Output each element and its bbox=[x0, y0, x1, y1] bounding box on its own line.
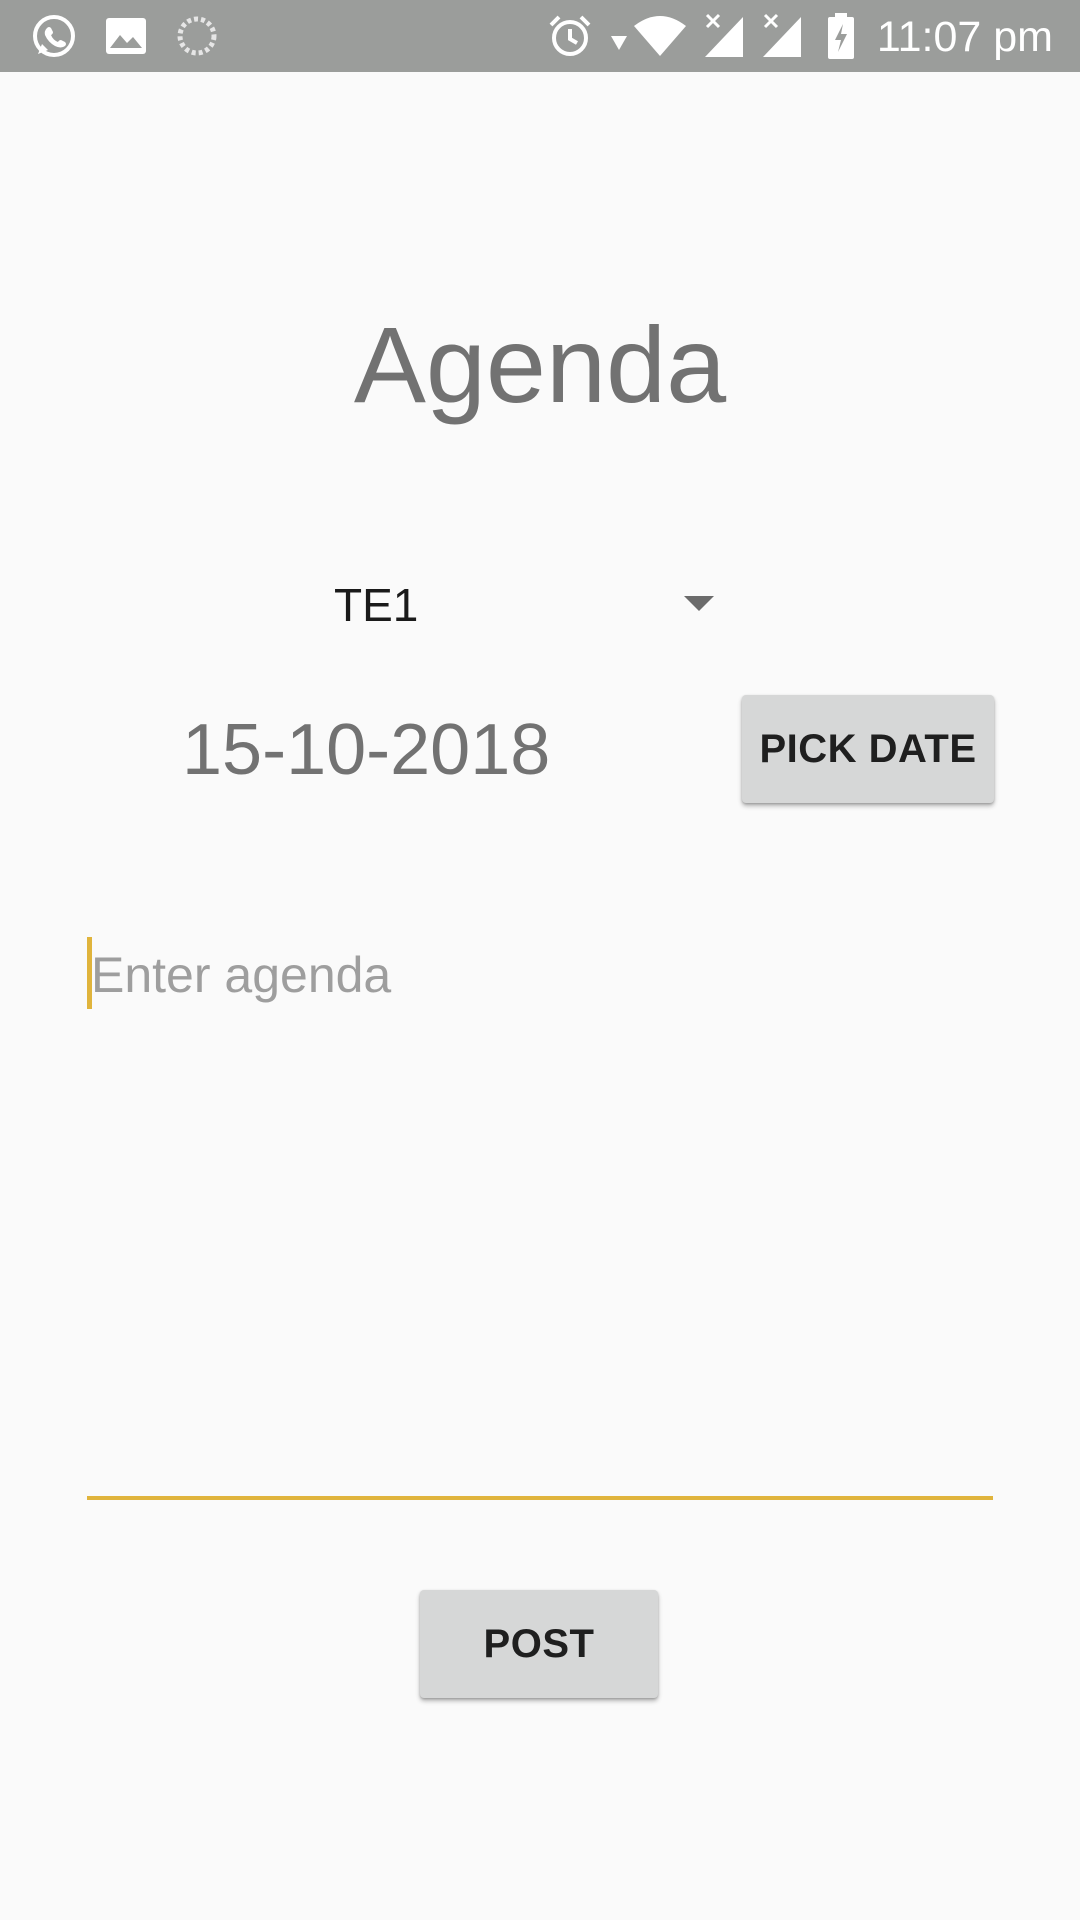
post-button[interactable]: POST bbox=[420, 1590, 658, 1698]
wifi-icon bbox=[632, 0, 688, 72]
text-cursor bbox=[87, 937, 92, 1009]
spinner-selected-value: TE1 bbox=[334, 579, 419, 631]
alarm-icon bbox=[546, 0, 594, 72]
class-spinner[interactable]: TE1 bbox=[320, 565, 720, 645]
page-title: Agenda bbox=[353, 304, 727, 425]
chevron-down-icon bbox=[684, 596, 714, 611]
sync-icon bbox=[174, 0, 220, 72]
signal-icon bbox=[702, 0, 746, 72]
agenda-input[interactable] bbox=[87, 930, 993, 1500]
whatsapp-icon bbox=[28, 0, 80, 72]
signal-icon bbox=[760, 0, 804, 72]
status-bar: 11:07 pm bbox=[0, 0, 1080, 72]
gallery-icon bbox=[104, 0, 148, 72]
data-activity-icon bbox=[608, 0, 630, 72]
status-time: 11:07 pm bbox=[876, 13, 1053, 61]
selected-date: 15-10-2018 bbox=[182, 710, 551, 790]
battery-charging-icon bbox=[826, 0, 856, 72]
pick-date-button[interactable]: PICK DATE bbox=[742, 695, 994, 803]
